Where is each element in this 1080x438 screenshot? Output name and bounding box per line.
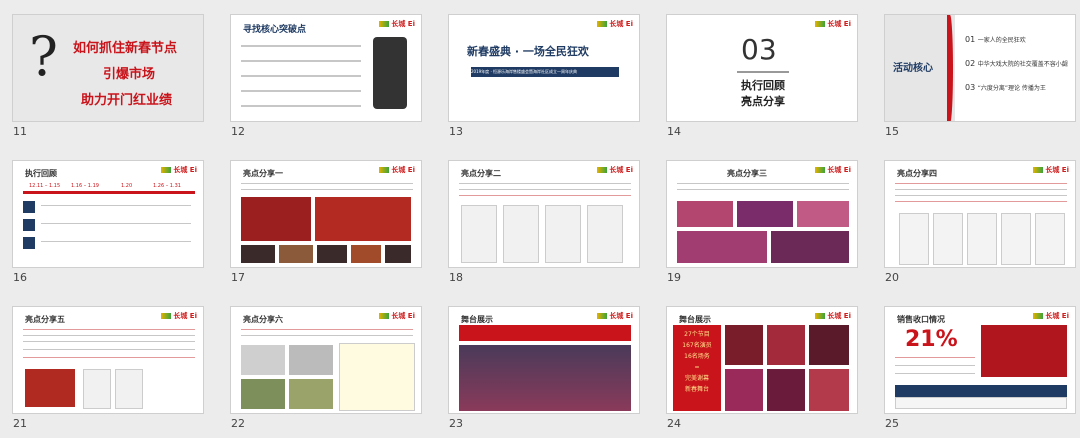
brand-logo: 长城 Ei (1033, 311, 1069, 321)
slide-title: 亮点分享四 (897, 169, 937, 178)
slide-14[interactable]: 长城 Ei 03 执行回顾 亮点分享 14 (654, 0, 872, 146)
slide-thumbnail[interactable]: 活动核心 01 一家人的全民狂欢 02 中华大戏大院的社交覆盖不容小觑 03 “… (884, 14, 1076, 122)
brand-logo: 长城 Ei (815, 165, 851, 175)
slide-number: 13 (449, 125, 463, 138)
slide-line-2: 引爆市场 (103, 67, 156, 82)
slide-thumbnail[interactable]: 长城 Ei 亮点分享二 (448, 160, 640, 268)
stat-line: 27个节目 (684, 331, 710, 338)
phone-image (373, 37, 407, 109)
slide-thumbnail[interactable]: 长城 Ei 新春盛典 · 一场全民狂欢 2019年度 · 恒源乐海岸售楼盛会暨海… (448, 14, 640, 122)
slide-title: 舞台展示 (679, 315, 711, 324)
slide-line-1: 如何抓住新春节点 (73, 41, 178, 56)
slide-number: 22 (231, 417, 245, 430)
brand-logo: 长城 Ei (1033, 165, 1069, 175)
item-text: “六度分离”理论 传播为王 (977, 85, 1046, 92)
slide-subtitle: 2019年度 · 恒源乐海岸售楼盛会暨海岸社区成立一周年庆典 (471, 67, 619, 77)
slide-title: 亮点分享五 (25, 315, 65, 324)
slide-number: 24 (667, 417, 681, 430)
slide-22[interactable]: 长城 Ei 亮点分享六 22 (218, 292, 436, 438)
brand-logo: 长城 Ei (815, 311, 851, 321)
slide-19[interactable]: 长城 Ei 亮点分享三 19 (654, 146, 872, 292)
slide-24[interactable]: 长城 Ei 舞台展示 27个节目 167名演员 16名场务 = 完美谢幕 新春舞… (654, 292, 872, 438)
slide-title: 执行回顾 (25, 169, 57, 178)
slide-title: 销售收口情况 (897, 315, 945, 324)
brand-logo: 长城 Ei (379, 19, 415, 29)
section-title-2: 亮点分享 (741, 95, 785, 108)
slide-title: 活动核心 (893, 63, 933, 74)
slide-thumbnail[interactable]: 长城 Ei 舞台展示 27个节目 167名演员 16名场务 = 完美谢幕 新春舞… (666, 306, 858, 414)
slide-number: 23 (449, 417, 463, 430)
slide-number: 16 (13, 271, 27, 284)
brand-logo: 长城 Ei (597, 311, 633, 321)
phase-date: 1.16 – 1.19 (71, 183, 99, 189)
slide-15[interactable]: 活动核心 01 一家人的全民狂欢 02 中华大戏大院的社交覆盖不容小觑 03 “… (872, 0, 1080, 146)
phase-date: 1.20 (121, 183, 133, 189)
slide-thumbnail[interactable]: 长城 Ei 亮点分享一 (230, 160, 422, 268)
item-number: 01 (965, 35, 976, 44)
slide-thumbnail[interactable]: 长城 Ei 亮点分享四 (884, 160, 1076, 268)
item-text: 中华大戏大院的社交覆盖不容小觑 (977, 61, 1068, 68)
percentage-figure: 21% (905, 327, 958, 352)
slide-number: 14 (667, 125, 681, 138)
section-number: 03 (741, 33, 777, 66)
brand-logo: 长城 Ei (161, 311, 197, 321)
slide-title: 亮点分享一 (243, 169, 283, 178)
slide-title: 舞台展示 (461, 315, 493, 324)
stat-line: 完美谢幕 (684, 375, 709, 382)
slide-title: 寻找核心突破点 (243, 25, 307, 35)
slide-12[interactable]: 长城 Ei 寻找核心突破点 12 (218, 0, 436, 146)
slide-thumbnail[interactable]: 长城 Ei 销售收口情况 21% (884, 306, 1076, 414)
stat-line: = (694, 364, 700, 371)
slide-number: 19 (667, 271, 681, 284)
slide-number: 15 (885, 125, 899, 138)
stat-line: 新春舞台 (684, 386, 709, 393)
stat-line: 16名场务 (684, 353, 710, 360)
slide-number: 11 (13, 125, 27, 138)
stat-line: 167名演员 (682, 342, 712, 349)
slide-thumbnail[interactable]: ? 如何抓住新春节点 引爆市场 助力开门红业绩 (12, 14, 204, 122)
slide-thumbnail[interactable]: 长城 Ei 亮点分享三 (666, 160, 858, 268)
spreadsheet-image (339, 343, 415, 411)
phase-date: 1.26 – 1.31 (153, 183, 181, 189)
brand-logo: 长城 Ei (597, 165, 633, 175)
brand-logo: 长城 Ei (379, 165, 415, 175)
slide-18[interactable]: 长城 Ei 亮点分享二 18 (436, 146, 654, 292)
item-number: 02 (965, 59, 976, 68)
slide-number: 18 (449, 271, 463, 284)
item-number: 03 (965, 83, 976, 92)
slide-thumbnail[interactable]: 长城 Ei 舞台展示 (448, 306, 640, 414)
slide-title: 亮点分享二 (461, 169, 501, 178)
slide-23[interactable]: 长城 Ei 舞台展示 23 (436, 292, 654, 438)
brand-logo: 长城 Ei (379, 311, 415, 321)
slide-thumbnail[interactable]: 长城 Ei 亮点分享五 (12, 306, 204, 414)
slide-title: 亮点分享三 (727, 169, 767, 178)
phase-date: 12.11 – 1.15 (29, 183, 61, 189)
section-title-1: 执行回顾 (741, 79, 785, 92)
slide-13[interactable]: 长城 Ei 新春盛典 · 一场全民狂欢 2019年度 · 恒源乐海岸售楼盛会暨海… (436, 0, 654, 146)
item-text: 一家人的全民狂欢 (977, 37, 1026, 44)
brand-logo: 长城 Ei (161, 165, 197, 175)
slide-thumbnail[interactable]: 长城 Ei 执行回顾 12.11 – 1.15 1.16 – 1.19 1.20… (12, 160, 204, 268)
slide-16[interactable]: 长城 Ei 执行回顾 12.11 – 1.15 1.16 – 1.19 1.20… (0, 146, 218, 292)
slide-line-3: 助力开门红业绩 (81, 93, 173, 108)
brand-logo: 长城 Ei (815, 19, 851, 29)
slide-title: 亮点分享六 (243, 315, 283, 324)
slide-number: 12 (231, 125, 245, 138)
slide-thumbnail[interactable]: 长城 Ei 寻找核心突破点 (230, 14, 422, 122)
slide-11[interactable]: ? 如何抓住新春节点 引爆市场 助力开门红业绩 11 (0, 0, 218, 146)
slide-21[interactable]: 长城 Ei 亮点分享五 21 (0, 292, 218, 438)
slide-number: 25 (885, 417, 899, 430)
slide-17[interactable]: 长城 Ei 亮点分享一 17 (218, 146, 436, 292)
slide-20[interactable]: 长城 Ei 亮点分享四 20 (872, 146, 1080, 292)
slide-thumbnail[interactable]: 长城 Ei 03 执行回顾 亮点分享 (666, 14, 858, 122)
slide-25[interactable]: 长城 Ei 销售收口情况 21% 25 (872, 292, 1080, 438)
slide-number: 17 (231, 271, 245, 284)
slide-number: 21 (13, 417, 27, 430)
slide-title: 新春盛典 · 一场全民狂欢 (467, 45, 589, 58)
slide-number: 20 (885, 271, 899, 284)
question-mark-icon: ? (29, 25, 58, 88)
slide-sorter-grid: ? 如何抓住新春节点 引爆市场 助力开门红业绩 11 长城 Ei 寻找核心突破点… (0, 0, 1080, 438)
slide-thumbnail[interactable]: 长城 Ei 亮点分享六 (230, 306, 422, 414)
brand-logo: 长城 Ei (597, 19, 633, 29)
